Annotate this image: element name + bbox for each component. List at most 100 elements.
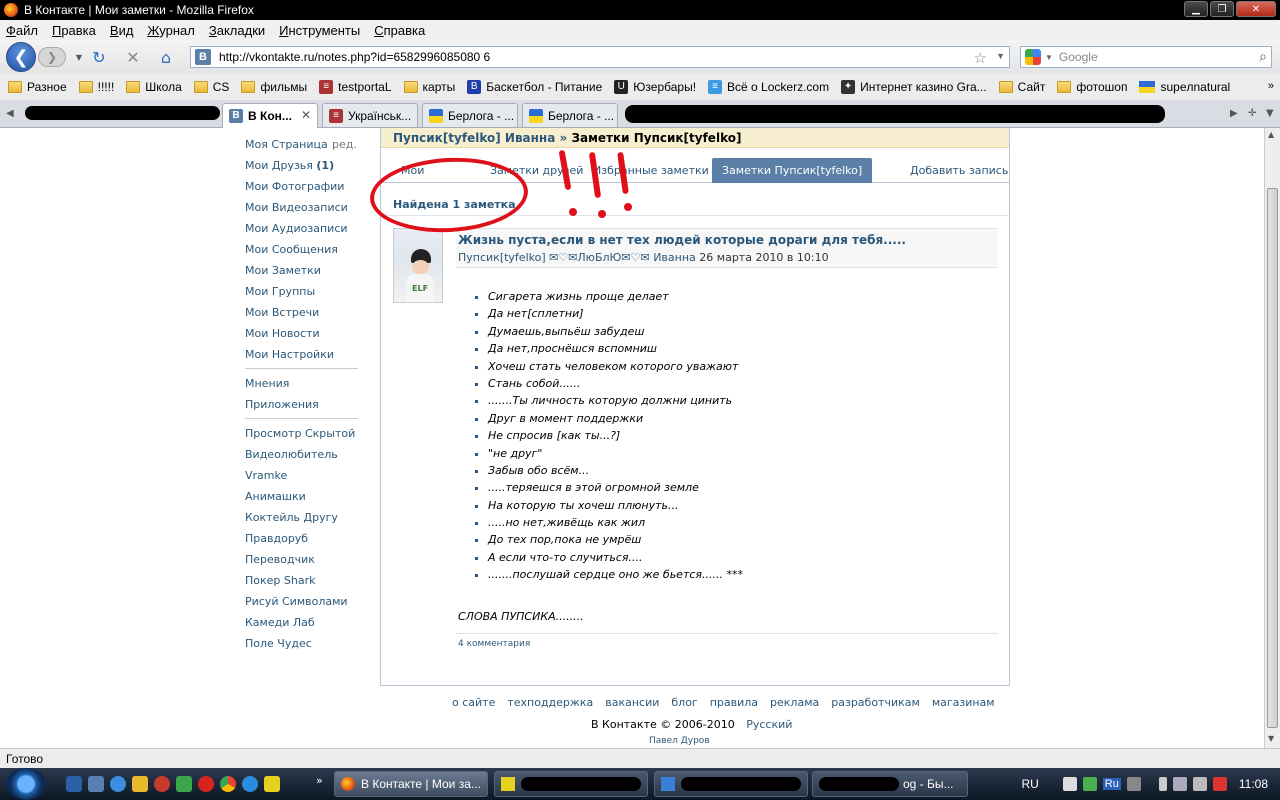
bookmark-star-icon[interactable]: ☆ <box>974 49 987 67</box>
network-icon[interactable] <box>1172 777 1187 791</box>
explorer-icon[interactable] <box>88 776 104 792</box>
menu-help[interactable]: Справка <box>374 23 425 38</box>
bookmark-item[interactable]: Разное <box>4 80 71 94</box>
tab-menu-icon[interactable]: ▼ <box>1266 108 1274 119</box>
opera-icon[interactable] <box>198 776 214 792</box>
tab-user-notes[interactable]: Заметки Пупсик[tyfelko] <box>712 158 873 183</box>
menu-edit[interactable]: Правка <box>52 23 96 38</box>
battery-icon[interactable] <box>1158 777 1167 791</box>
app-icon[interactable] <box>176 776 192 792</box>
maximize-button[interactable]: ❐ <box>1210 1 1234 17</box>
sidebar-item-settings[interactable]: Мои Настройки <box>245 344 358 365</box>
tab-close-icon[interactable]: ✕ <box>301 108 311 122</box>
search-bar[interactable]: ▼ Google ⌕ <box>1020 46 1272 68</box>
app-icon[interactable] <box>132 776 148 792</box>
bookmark-item[interactable]: Школа <box>122 80 185 94</box>
clock[interactable]: 11:08 <box>1239 777 1268 791</box>
sidebar-item-photos[interactable]: Мои Фотографии <box>245 176 358 197</box>
tab-list-icon[interactable]: ✛ <box>1248 108 1256 119</box>
sidebar-app-link[interactable]: Правдоруб <box>245 528 358 549</box>
bookmark-item[interactable]: CS <box>190 80 234 94</box>
sidebar-item-groups[interactable]: Мои Группы <box>245 281 358 302</box>
sidebar-item-messages[interactable]: Мои Сообщения <box>245 239 358 260</box>
bookmark-item[interactable]: !!!!! <box>75 80 119 94</box>
sidebar-item-events[interactable]: Мои Встречи <box>245 302 358 323</box>
menu-bookmarks[interactable]: Закладки <box>209 23 265 38</box>
breadcrumb-parent-link[interactable]: Пупсик[tyfelko] Иванна <box>393 131 555 145</box>
scroll-up-icon[interactable]: ▲ <box>1268 130 1274 139</box>
sidebar-item-notes[interactable]: Мои Заметки <box>245 260 358 281</box>
footer-link-rules[interactable]: правила <box>710 696 758 709</box>
note-author-link[interactable]: Пупсик[tyfelko] ✉♡✉ЛюБлЮ✉♡✉ Иванна <box>458 251 696 264</box>
sidebar-item-applications[interactable]: Приложения <box>245 394 358 415</box>
taskbar-item[interactable] <box>494 771 648 797</box>
google-icon[interactable] <box>1025 49 1041 65</box>
bookmark-item[interactable]: фотошоп <box>1053 80 1131 94</box>
sidebar-item-audio[interactable]: Мои Аудиозаписи <box>245 218 358 239</box>
url-dropdown-icon[interactable]: ▼ <box>996 51 1005 61</box>
bookmark-item[interactable]: карты <box>400 80 460 94</box>
start-button[interactable] <box>6 768 46 800</box>
tab-ukrainian[interactable]: ≡ Українськ... <box>322 103 418 127</box>
menu-file[interactable]: Файл <box>6 23 38 38</box>
sidebar-app-link[interactable]: Переводчик <box>245 549 358 570</box>
footer-link-jobs[interactable]: вакансии <box>605 696 659 709</box>
stop-icon[interactable]: ✕ <box>124 49 142 67</box>
sidebar-app-link[interactable]: Vramke <box>245 465 358 486</box>
app-icon[interactable] <box>154 776 170 792</box>
home-icon[interactable]: ⌂ <box>157 49 175 67</box>
tab-scroll-right-icon[interactable]: ▶ <box>1230 108 1238 119</box>
footer-link-blog[interactable]: блог <box>671 696 697 709</box>
footer-link-support[interactable]: техподдержка <box>507 696 593 709</box>
tray-app-icon[interactable] <box>1126 777 1141 791</box>
taskbar-item[interactable] <box>654 771 808 797</box>
scrollbar-thumb[interactable] <box>1267 188 1278 728</box>
bookmark-item[interactable]: Сайт <box>995 80 1050 94</box>
forward-button[interactable]: ❯ <box>38 47 66 67</box>
bookmark-item[interactable]: B Баскетбол - Питание <box>463 80 606 94</box>
bookmark-item[interactable]: ✦ Интернет казино Gra... <box>837 80 991 94</box>
menu-view[interactable]: Вид <box>110 23 134 38</box>
sidebar-item-opinions[interactable]: Мнения <box>245 373 358 394</box>
back-button[interactable]: ❮ <box>6 42 36 72</box>
url-bar[interactable]: B http://vkontakte.ru/notes.php?id=65829… <box>190 46 1010 68</box>
scroll-down-icon[interactable]: ▼ <box>1268 734 1274 743</box>
tab-vkontakte[interactable]: B В Кон... ✕ <box>222 103 318 128</box>
bookmark-item[interactable]: фильмы <box>237 80 311 94</box>
show-desktop-icon[interactable] <box>66 776 82 792</box>
author-avatar[interactable]: ELF <box>393 228 443 303</box>
edit-link[interactable]: ред. <box>332 134 357 155</box>
language-indicator[interactable]: RU <box>1021 777 1038 791</box>
sidebar-app-link[interactable]: Видеолюбитель <box>245 444 358 465</box>
close-button[interactable]: ✕ <box>1236 1 1276 17</box>
footer-link-shops[interactable]: магазинам <box>932 696 995 709</box>
history-dropdown-icon[interactable]: ▼ <box>70 49 88 67</box>
keyboard-icon[interactable] <box>1062 777 1077 791</box>
note-title[interactable]: Жизнь пуста,если в нет тех людей которые… <box>458 233 906 247</box>
sidebar-app-link[interactable]: Коктейль Другу <box>245 507 358 528</box>
footer-author-link[interactable]: Павел Дуров <box>649 736 710 746</box>
taskbar-item[interactable]: og - Бы... <box>812 771 968 797</box>
sidebar-item-friends[interactable]: Мои Друзья (1) <box>245 155 358 176</box>
volume-icon[interactable] <box>1192 777 1207 791</box>
search-icon[interactable]: ⌕ <box>1259 48 1267 65</box>
sidebar-app-link[interactable]: Анимашки <box>245 486 358 507</box>
url-text[interactable]: http://vkontakte.ru/notes.php?id=6582996… <box>219 50 490 64</box>
tab-favorite-notes[interactable]: Избранные заметки <box>593 158 709 183</box>
search-placeholder[interactable]: Google <box>1059 50 1098 64</box>
app-icon[interactable] <box>264 776 280 792</box>
keyboard-layout-indicator[interactable]: Ru <box>1102 778 1121 790</box>
footer-link-about[interactable]: о сайте <box>452 696 495 709</box>
bookmark-item[interactable]: ≡ testportaL <box>315 80 395 94</box>
add-note-link[interactable]: Добавить запись <box>910 158 1008 183</box>
sidebar-app-link[interactable]: Рисуй Символами <box>245 591 358 612</box>
tab-berloga-1[interactable]: Берлога - ... <box>422 103 518 127</box>
sidebar-item-news[interactable]: Мои Новости <box>245 323 358 344</box>
footer-link-developers[interactable]: разработчикам <box>831 696 920 709</box>
sidebar-app-link[interactable]: Камеди Лаб <box>245 612 358 633</box>
minimize-button[interactable]: ▁ <box>1184 1 1208 17</box>
tab-scroll-left-icon[interactable]: ◀ <box>6 108 14 119</box>
tray-app-icon[interactable] <box>1082 777 1097 791</box>
footer-link-ads[interactable]: реклама <box>770 696 819 709</box>
internet-explorer-icon[interactable] <box>242 776 258 792</box>
